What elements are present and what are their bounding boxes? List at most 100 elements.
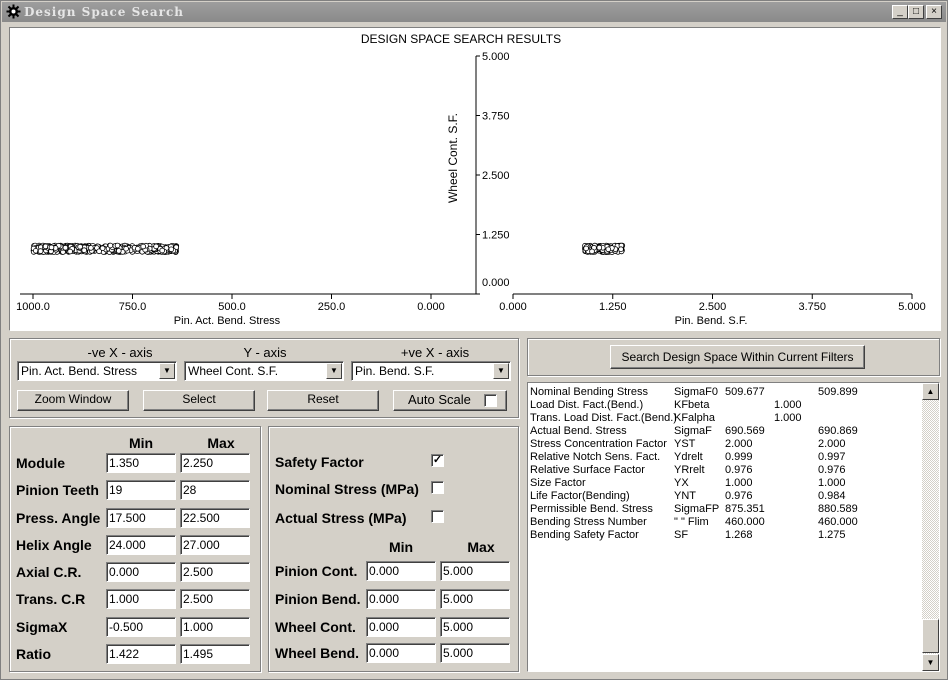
result-cell: YX xyxy=(674,477,689,489)
param-min-input[interactable]: 1.422 xyxy=(106,644,176,664)
window-title: Design Space Search xyxy=(24,5,185,19)
result-cell: SigmaF xyxy=(674,425,712,437)
neg-x-axis-title: -ve X - axis xyxy=(87,345,153,360)
param-min-input[interactable]: 0.000 xyxy=(106,562,176,582)
scatter-point xyxy=(168,246,175,253)
auto-scale-checkbox[interactable] xyxy=(484,394,497,407)
result-cell: SigmaFP xyxy=(674,503,720,515)
dropdown-arrow-icon[interactable]: ▼ xyxy=(326,363,342,379)
param-max-input[interactable]: 27.000 xyxy=(180,535,250,555)
filter-max-input[interactable]: 5.000 xyxy=(440,617,510,637)
result-cell: YST xyxy=(674,438,696,450)
zoom-window-button[interactable]: Zoom Window xyxy=(17,390,129,411)
pos-x-axis-select[interactable]: Pin. Bend. S.F. ▼ xyxy=(351,361,511,381)
maximize-button[interactable]: □ xyxy=(908,5,924,19)
axis-selection-panel: -ve X - axis Y - axis +ve X - axis Pin. … xyxy=(9,338,519,418)
param-min-input[interactable]: -0.500 xyxy=(106,617,176,637)
dropdown-arrow-icon[interactable]: ▼ xyxy=(493,363,509,379)
result-cell: 1.000 xyxy=(774,412,802,424)
result-cell: 460.000 xyxy=(725,516,765,528)
param-max-input[interactable]: 1.495 xyxy=(180,644,250,664)
params-max-header: Max xyxy=(207,435,235,451)
pos-x-axis-value: Pin. Bend. S.F. xyxy=(355,364,435,378)
y-axis-select[interactable]: Wheel Cont. S.F. ▼ xyxy=(184,361,344,381)
y-axis-title: Y - axis xyxy=(243,345,287,360)
param-max-input[interactable]: 2.500 xyxy=(180,562,250,582)
scatter-point xyxy=(88,245,94,251)
param-max-input[interactable]: 2.500 xyxy=(180,589,250,609)
scatter-point xyxy=(583,245,589,252)
plot-canvas: DESIGN SPACE SEARCH RESULTS 5.000 3.750 2.… xyxy=(16,32,926,327)
app-gear-icon xyxy=(6,4,21,19)
title-bar[interactable]: Design Space Search _ □ × xyxy=(2,2,946,22)
results-scrollbar[interactable]: ▲ ▼ xyxy=(922,383,939,671)
param-label: Ratio xyxy=(16,646,51,662)
scatter-point xyxy=(62,244,69,251)
select-button[interactable]: Select xyxy=(143,390,255,411)
search-design-space-button[interactable]: Search Design Space Within Current Filte… xyxy=(610,345,865,369)
dropdown-arrow-icon[interactable]: ▼ xyxy=(159,363,175,379)
scroll-up-button[interactable]: ▲ xyxy=(922,383,939,400)
design-space-search-window: Design Space Search _ □ × DESIGN SPACE S… xyxy=(0,0,948,680)
actual-stress-checkbox[interactable] xyxy=(431,510,444,523)
result-cell: Stress Concentration Factor xyxy=(530,438,667,450)
param-max-input[interactable]: 1.000 xyxy=(180,617,250,637)
result-cell: 0.976 xyxy=(818,464,846,476)
filter-min-input[interactable]: 0.000 xyxy=(366,643,436,663)
maximize-icon: □ xyxy=(912,6,920,17)
results-plot[interactable]: DESIGN SPACE SEARCH RESULTS 5.000 3.750 2.… xyxy=(9,27,941,331)
y-tick-label: 3.750 xyxy=(482,111,510,123)
result-cell: 1.000 xyxy=(818,477,846,489)
param-min-input[interactable]: 17.500 xyxy=(106,508,176,528)
param-min-input[interactable]: 24.000 xyxy=(106,535,176,555)
y-tick-label: 1.250 xyxy=(482,230,510,242)
filter-max-input[interactable]: 5.000 xyxy=(440,561,510,581)
result-cell: 0.984 xyxy=(818,490,846,502)
filter-min-input[interactable]: 0.000 xyxy=(366,561,436,581)
param-min-input[interactable]: 1.350 xyxy=(106,453,176,473)
results-listbox[interactable]: Nominal Bending Stress SigmaF0 509.677 509.… xyxy=(527,382,940,672)
scatter-point xyxy=(114,242,121,249)
result-cell: 690.569 xyxy=(725,425,765,437)
right-scatter-points xyxy=(581,242,626,255)
result-cell: Actual Bend. Stress xyxy=(530,425,627,437)
safety-factor-checkbox[interactable]: ✓ xyxy=(431,454,444,467)
param-max-input[interactable]: 28 xyxy=(180,480,250,500)
right-x-tick-label: 5.000 xyxy=(898,301,926,313)
param-max-input[interactable]: 2.250 xyxy=(180,453,250,473)
filter-min-input[interactable]: 0.000 xyxy=(366,589,436,609)
filters-min-header: Min xyxy=(388,539,414,555)
result-cell: 0.997 xyxy=(818,451,846,463)
result-cell: Trans. Load Dist. Fact.(Bend.) xyxy=(530,412,677,424)
search-panel: Search Design Space Within Current Filte… xyxy=(527,338,940,376)
scroll-down-button[interactable]: ▼ xyxy=(922,654,939,671)
nominal-stress-checkbox[interactable] xyxy=(431,481,444,494)
left-x-tick-label: 750.0 xyxy=(119,301,147,313)
filter-max-input[interactable]: 5.000 xyxy=(440,589,510,609)
result-cell: Relative Surface Factor xyxy=(530,464,645,476)
auto-scale-toggle[interactable]: Auto Scale xyxy=(393,390,507,411)
scroll-down-icon: ▼ xyxy=(926,658,935,667)
close-button[interactable]: × xyxy=(926,5,942,19)
param-min-input[interactable]: 1.000 xyxy=(106,589,176,609)
param-max-input[interactable]: 22.500 xyxy=(180,508,250,528)
result-cell: 1.268 xyxy=(725,529,753,541)
scroll-thumb[interactable] xyxy=(922,619,939,653)
result-cell: Bending Safety Factor xyxy=(530,529,639,541)
right-x-tick-label: 3.750 xyxy=(798,301,826,313)
param-label: Press. Angle xyxy=(16,510,101,526)
filter-label: Pinion Bend. xyxy=(275,591,361,607)
filter-label: Wheel Cont. xyxy=(275,619,356,635)
scatter-point xyxy=(37,248,44,254)
pos-x-axis-title: +ve X - axis xyxy=(400,345,470,360)
filter-max-input[interactable]: 5.000 xyxy=(440,643,510,663)
minimize-button[interactable]: _ xyxy=(892,5,908,19)
neg-x-axis-select[interactable]: Pin. Act. Bend. Stress ▼ xyxy=(17,361,177,381)
filter-min-input[interactable]: 0.000 xyxy=(366,617,436,637)
param-min-input[interactable]: 19 xyxy=(106,480,176,500)
result-cell: 1.000 xyxy=(725,477,753,489)
param-label: SigmaX xyxy=(16,619,68,635)
reset-button[interactable]: Reset xyxy=(267,390,379,411)
minimize-icon: _ xyxy=(897,6,903,17)
result-cell: KFbeta xyxy=(674,399,710,411)
